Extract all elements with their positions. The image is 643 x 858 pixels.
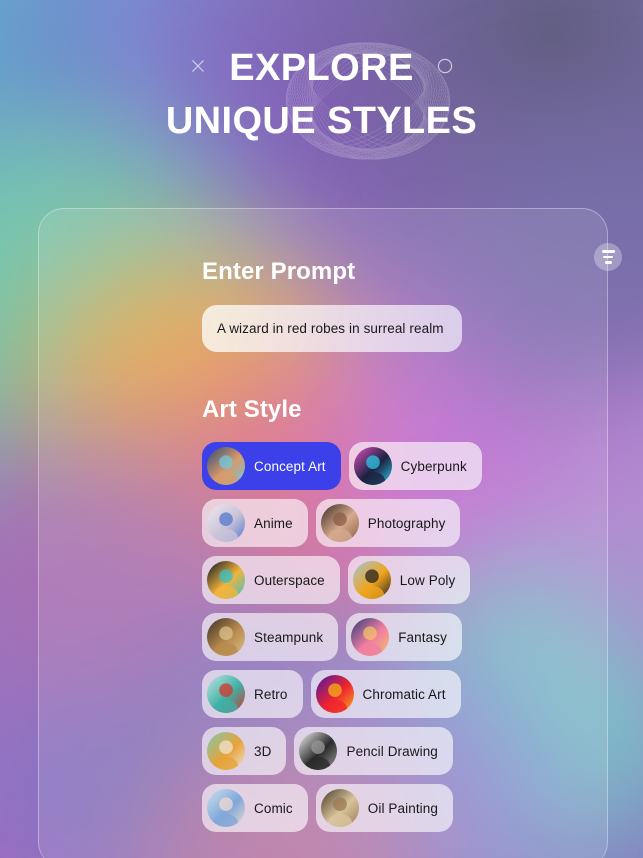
art-style-chip[interactable]: Photography xyxy=(315,499,461,547)
art-style-chip[interactable]: Oil Painting xyxy=(315,784,454,832)
art-style-chip-label: 3D xyxy=(254,743,272,759)
prompt-input[interactable]: A wizard in red robes in surreal realm xyxy=(202,305,462,352)
art-style-chip-label: Oil Painting xyxy=(367,800,439,816)
title-row: EXPLORE xyxy=(0,46,643,91)
app-screen: EXPLORE UNIQUE STYLES Enter Prompt A wiz… xyxy=(0,0,643,858)
art-style-chip-label: Steampunk xyxy=(254,629,324,645)
x-mark-icon xyxy=(189,57,207,80)
art-style-chip-label: Pencil Drawing xyxy=(346,743,438,759)
low-poly-thumb xyxy=(352,561,391,599)
art-style-chip[interactable]: 3D xyxy=(202,727,287,775)
cyberpunk-thumb xyxy=(353,447,392,485)
comic-thumb xyxy=(207,789,245,827)
art-style-chip[interactable]: Chromatic Art xyxy=(310,670,461,718)
art-style-chip[interactable]: Retro xyxy=(202,670,303,718)
art-style-chip-label: Chromatic Art xyxy=(362,686,446,702)
retro-thumb xyxy=(207,675,245,713)
art-style-chip-label: Photography xyxy=(367,515,446,531)
chromatic-art-thumb xyxy=(315,675,354,713)
steampunk-thumb xyxy=(207,618,245,656)
fantasy-thumb xyxy=(351,618,390,656)
card-content: Enter Prompt A wizard in red robes in su… xyxy=(38,208,608,858)
art-style-chip-label: Fantasy xyxy=(398,629,447,645)
anime-thumb xyxy=(207,504,245,542)
art-style-chip[interactable]: Steampunk xyxy=(202,613,339,661)
circle-outline-icon xyxy=(436,57,454,80)
art-style-chip[interactable]: Comic xyxy=(202,784,308,832)
art-style-heading: Art Style xyxy=(202,396,302,423)
art-style-chip[interactable]: Low Poly xyxy=(347,556,471,604)
art-style-chip[interactable]: Cyberpunk xyxy=(348,442,482,490)
art-style-chip[interactable]: Pencil Drawing xyxy=(294,727,453,775)
art-style-chip-label: Low Poly xyxy=(399,572,456,588)
page-header: EXPLORE UNIQUE STYLES xyxy=(0,0,643,144)
art-style-chip-label: Anime xyxy=(254,515,293,531)
pencil-drawing-thumb xyxy=(299,732,338,770)
art-style-chip[interactable]: Concept Art xyxy=(202,442,341,490)
prompt-heading: Enter Prompt xyxy=(202,258,356,285)
art-style-chip[interactable]: Anime xyxy=(202,499,308,547)
photography-thumb xyxy=(320,504,359,542)
three-d-thumb xyxy=(207,732,245,770)
filter-lines-icon xyxy=(601,248,615,265)
page-title-line1: EXPLORE xyxy=(229,47,414,89)
page-title-line2: UNIQUE STYLES xyxy=(165,99,478,142)
art-style-chip-label: Outerspace xyxy=(254,572,325,588)
oil-painting-thumb xyxy=(320,789,359,827)
art-style-chip-label: Cyberpunk xyxy=(400,458,467,474)
concept-art-thumb xyxy=(207,447,245,485)
filter-lines-icon-button[interactable] xyxy=(594,243,622,271)
outerspace-thumb xyxy=(207,561,245,599)
art-style-chip-label: Concept Art xyxy=(254,458,326,474)
art-style-chip-label: Retro xyxy=(254,686,288,702)
art-style-chip[interactable]: Outerspace xyxy=(202,556,340,604)
art-style-chip-label: Comic xyxy=(254,800,293,816)
art-style-chip[interactable]: Fantasy xyxy=(346,613,462,661)
art-style-chip-grid: Concept Art Cyberpunk Anime Photography Oute… xyxy=(202,442,492,832)
